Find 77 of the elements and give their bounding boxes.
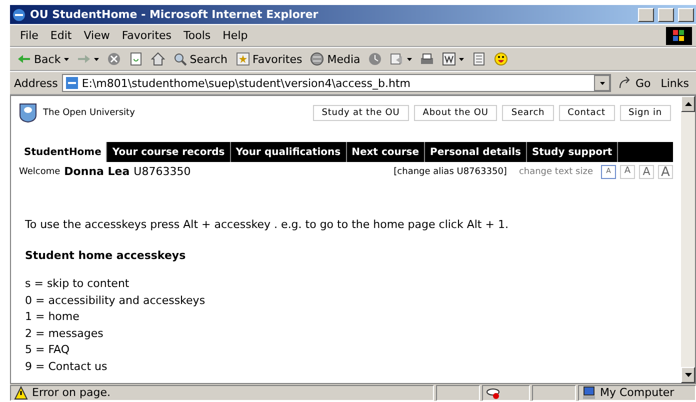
dropdown-button[interactable] [594,75,610,91]
up-arrow-icon [684,102,692,106]
document-icon [442,52,456,66]
forward-arrow-icon [76,52,91,66]
warning-icon [14,386,28,400]
search-icon [172,52,187,66]
scroll-down-button[interactable] [681,367,695,383]
menu-item[interactable]: View [78,29,116,42]
browser-icon [12,8,26,22]
user-name: Donna Lea [64,165,130,178]
nav-tab[interactable]: Next course [346,142,426,162]
privacy-eye-icon [486,386,500,400]
zone-label: My Computer [578,384,696,400]
refresh-icon [128,52,143,66]
accesskey-item: s = skip to content [25,276,130,292]
back-arrow-icon [17,52,31,66]
caret-icon [459,58,464,60]
header-link[interactable]: Contact [558,105,614,121]
printer-icon [420,52,434,66]
window-title: OU StudentHome - Microsoft Internet Explorer [30,8,320,21]
menu-item[interactable]: Edit [44,29,78,42]
caret-icon [64,58,69,60]
address-label: Address [14,76,58,90]
menu-item[interactable]: Favorites [116,29,178,42]
text-size-button[interactable]: A [658,164,673,178]
globe-icon [310,52,324,66]
go-button[interactable]: Go [615,76,654,90]
text-size-label: change text size [518,166,593,176]
nav-tab[interactable]: StudentHome [19,142,108,162]
welcome-label: Welcome [19,166,60,176]
smiley-icon [494,52,508,66]
header-link[interactable]: Search [502,105,554,121]
status-message: Error on page. [10,384,434,400]
text-size-button[interactable]: A [639,164,654,178]
links-button[interactable]: Links [658,76,692,90]
notes-icon [472,52,486,66]
media-button[interactable]: Media [307,52,364,66]
accesskey-item: 5 = FAQ [25,342,71,358]
menu-item[interactable]: Tools [178,29,217,42]
accesskey-item: 1 = home [25,309,80,325]
favorites-button[interactable]: Favorites [232,52,306,66]
scrollbar[interactable] [681,96,695,383]
change-alias-link[interactable]: [change alias U8763350] [394,166,507,176]
windows-logo-icon [666,26,692,44]
accesskey-item: 2 = messages [25,326,104,342]
mail-icon [390,52,404,66]
caret-icon [407,58,412,60]
close-button[interactable] [678,8,694,22]
scroll-up-button[interactable] [681,96,695,112]
menu-item[interactable]: Help [216,29,254,42]
arrow-icon [618,76,632,90]
header-link[interactable]: Study at the OU [312,105,409,121]
text-size-button[interactable]: A [620,164,635,178]
maximize-button[interactable] [658,8,674,22]
menu-item[interactable]: File [14,29,44,42]
accesskey-item: 9 = Contact us [25,358,108,374]
accesskey-item: 0 = accessibility and accesskeys [25,292,206,308]
nav-tab[interactable]: Your qualifications [230,142,347,162]
search-button[interactable]: Search [170,52,231,66]
clock-icon [368,52,382,66]
caret-icon [600,82,605,84]
back-button[interactable]: Back [14,52,72,66]
star-icon [236,52,250,66]
header-link[interactable]: About the OU [414,105,498,121]
caret-icon [94,58,99,60]
home-icon [150,52,165,66]
header-link[interactable]: Sign in [620,105,671,121]
stop-icon [106,52,121,66]
minimize-button[interactable] [638,8,654,22]
address-field[interactable]: E:\m801\studenthome\suep\student\version4\access_b.htm [62,74,612,92]
down-arrow-icon [684,373,692,377]
logo-text: The Open University [43,108,135,118]
logo-icon [19,103,37,123]
computer-icon [582,386,596,400]
user-id: U8763350 [134,165,191,178]
section-heading: Student home accesskeys [25,249,187,262]
intro-text: To use the accesskeys press Alt + accesskey . e.g. to go to the home page click Alt + 1. [25,218,510,231]
